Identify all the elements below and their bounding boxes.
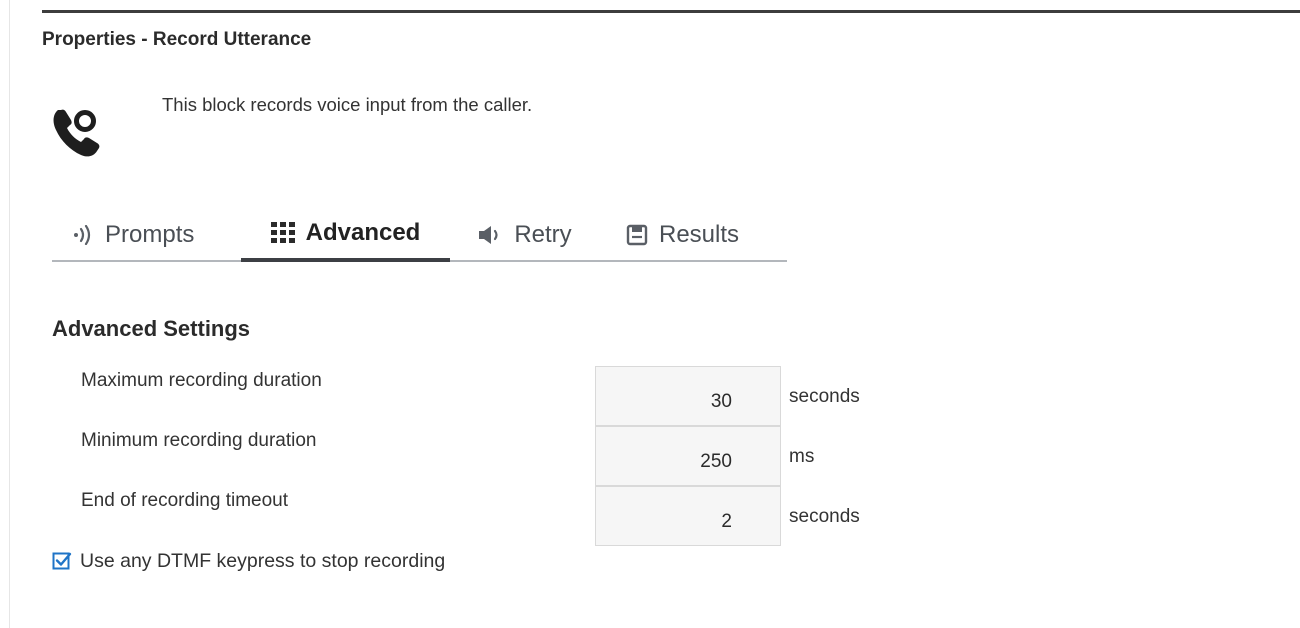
tab-bar: Prompts Advanced Retry Results — [52, 208, 787, 262]
tab-retry-label: Retry — [514, 221, 572, 248]
tab-results-label: Results — [659, 221, 740, 248]
tab-advanced-label: Advanced — [305, 219, 421, 246]
end-timeout-unit: seconds — [789, 506, 860, 527]
max-duration-unit: seconds — [789, 386, 860, 407]
phone-record-icon — [50, 104, 102, 160]
dtmf-stop-checkbox[interactable] — [52, 551, 72, 571]
sound-wave-icon — [72, 224, 94, 246]
section-title: Advanced Settings — [52, 316, 251, 341]
tab-advanced[interactable]: Advanced — [241, 208, 450, 262]
panel-left-border — [9, 0, 10, 628]
min-duration-unit: ms — [789, 446, 815, 467]
tab-retry[interactable]: Retry — [452, 208, 597, 262]
min-duration-label: Minimum recording duration — [81, 430, 317, 451]
tab-prompts[interactable]: Prompts — [60, 208, 220, 262]
dtmf-stop-option[interactable]: Use any DTMF keypress to stop recording — [52, 549, 445, 573]
tab-results[interactable]: Results — [612, 208, 787, 262]
panel-top-border — [42, 10, 1300, 13]
speaker-icon — [477, 224, 503, 246]
keypad-grid-icon — [270, 222, 295, 244]
panel-title: Properties - Record Utterance — [42, 29, 312, 50]
end-timeout-input[interactable] — [595, 486, 781, 546]
min-duration-input[interactable] — [595, 426, 781, 486]
tab-prompts-label: Prompts — [105, 221, 195, 248]
end-timeout-label: End of recording timeout — [81, 490, 289, 511]
max-duration-label: Maximum recording duration — [81, 370, 322, 391]
max-duration-input[interactable] — [595, 366, 781, 426]
save-disk-icon — [626, 224, 648, 246]
dtmf-stop-label: Use any DTMF keypress to stop recording — [80, 549, 446, 572]
block-description: This block records voice input from the … — [162, 94, 533, 115]
